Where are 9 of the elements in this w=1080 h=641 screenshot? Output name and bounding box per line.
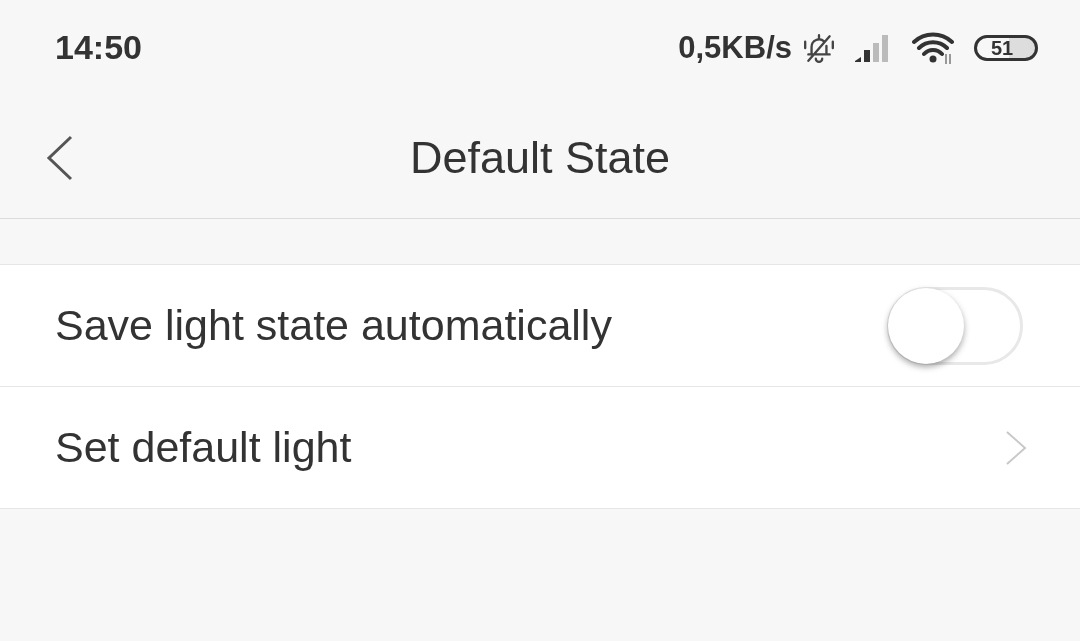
network-speed: 0,5KB/s — [678, 29, 792, 66]
wifi-icon — [912, 31, 956, 64]
setting-label: Save light state automatically — [55, 301, 612, 350]
battery-indicator: 51 — [974, 34, 1038, 61]
chevron-right-icon — [1005, 429, 1027, 466]
page-title: Default State — [409, 131, 671, 184]
status-time: 14:50 — [55, 28, 142, 67]
toggle-switch[interactable] — [887, 286, 1023, 365]
setting-label: Set default light — [55, 423, 352, 472]
